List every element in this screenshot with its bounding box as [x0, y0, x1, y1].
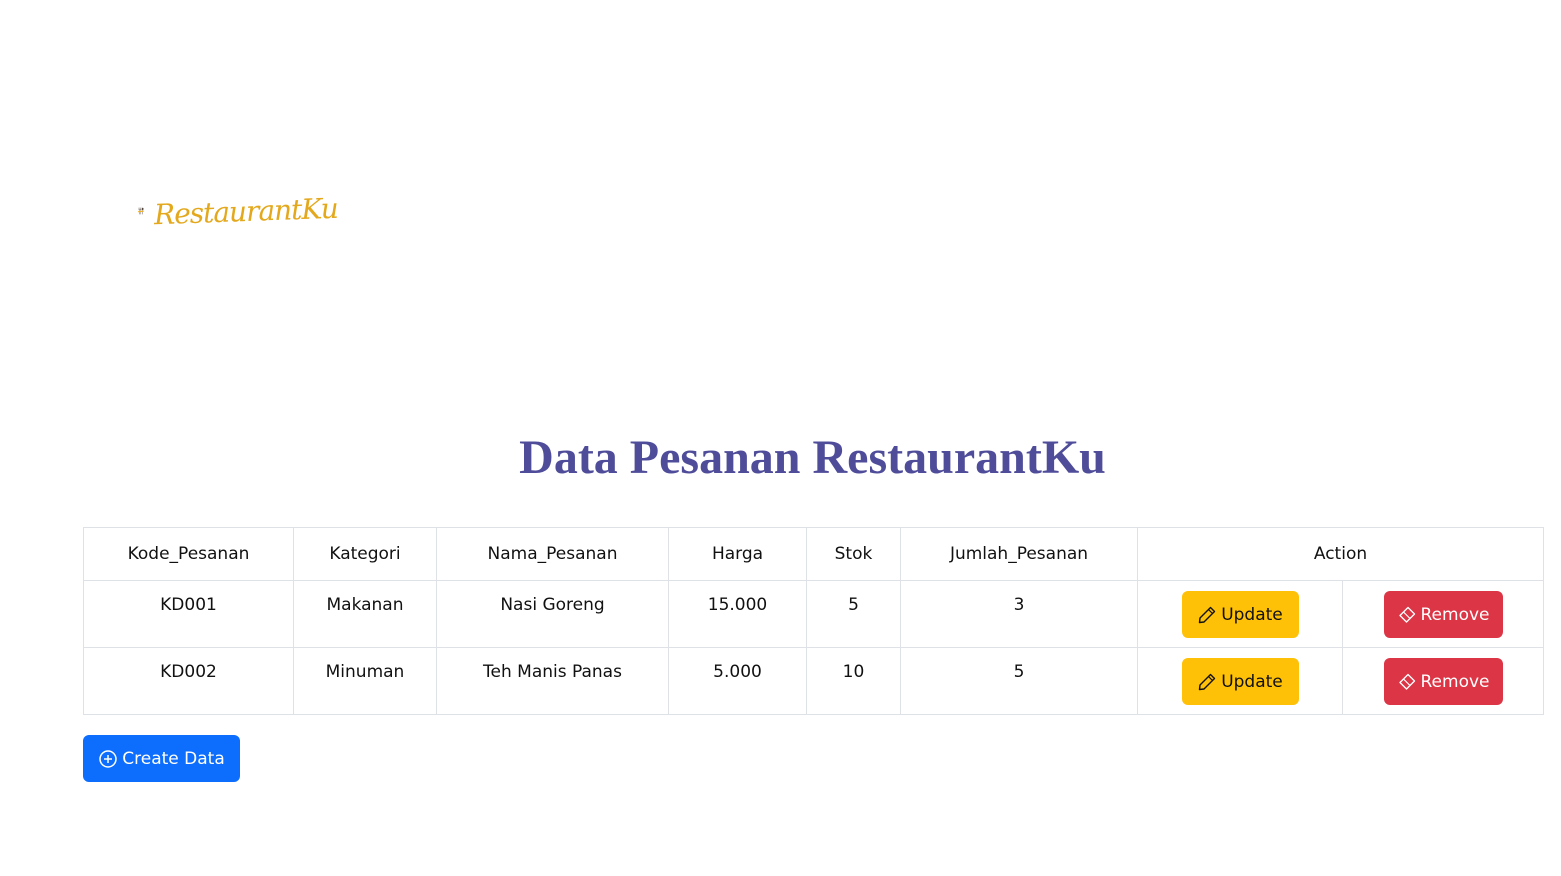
cell-jumlah: 3 — [900, 580, 1138, 648]
remove-label: Remove — [1420, 671, 1490, 692]
cell-kode: KD002 — [83, 647, 294, 715]
cell-jumlah: 5 — [900, 647, 1138, 715]
header-action: Action — [1137, 527, 1544, 581]
header-kode-pesanan: Kode_Pesanan — [83, 527, 294, 581]
update-button[interactable]: Update — [1181, 591, 1299, 638]
header-kategori: Kategori — [293, 527, 437, 581]
cell-harga: 5.000 — [668, 647, 807, 715]
cell-nama: Nasi Goreng — [436, 580, 669, 648]
cell-kategori: Minuman — [293, 647, 437, 715]
update-label: Update — [1221, 604, 1283, 625]
pencil-icon — [1199, 606, 1216, 623]
page-title: Data Pesanan RestaurantKu — [519, 431, 1106, 484]
table-header-row: Kode_Pesanan Kategori Nama_Pesanan Harga… — [83, 527, 1544, 581]
fork-spoon-icon — [138, 207, 144, 215]
cell-remove: Remove — [1342, 580, 1544, 648]
cell-stok: 5 — [806, 580, 901, 648]
cell-nama: Teh Manis Panas — [436, 647, 669, 715]
cell-harga: 15.000 — [668, 580, 807, 648]
remove-button[interactable]: Remove — [1383, 658, 1503, 705]
cell-update: Update — [1137, 647, 1343, 715]
cell-kategori: Makanan — [293, 580, 437, 648]
table-row: KD002 Minuman Teh Manis Panas 5.000 10 5… — [83, 647, 1544, 715]
header-stok: Stok — [806, 527, 901, 581]
header-harga: Harga — [668, 527, 807, 581]
orders-table: Kode_Pesanan Kategori Nama_Pesanan Harga… — [83, 527, 1544, 715]
eraser-icon — [1398, 673, 1415, 690]
cell-kode: KD001 — [83, 580, 294, 648]
header-jumlah-pesanan: Jumlah_Pesanan — [900, 527, 1138, 581]
table-row: KD001 Makanan Nasi Goreng 15.000 5 3 Upd… — [83, 580, 1544, 648]
create-data-button[interactable]: Create Data — [83, 735, 240, 782]
header-nama-pesanan: Nama_Pesanan — [436, 527, 669, 581]
cell-remove: Remove — [1342, 647, 1544, 715]
cell-stok: 10 — [806, 647, 901, 715]
brand-logo[interactable]: RestaurantKu — [138, 180, 339, 242]
cell-update: Update — [1137, 580, 1343, 648]
remove-label: Remove — [1420, 604, 1490, 625]
update-button[interactable]: Update — [1181, 658, 1299, 705]
update-label: Update — [1221, 671, 1283, 692]
remove-button[interactable]: Remove — [1383, 591, 1503, 638]
plus-circle-icon — [99, 749, 117, 768]
create-data-label: Create Data — [122, 748, 225, 769]
pencil-icon — [1199, 673, 1216, 690]
brand-name: RestaurantKu — [153, 191, 339, 231]
eraser-icon — [1398, 606, 1415, 623]
